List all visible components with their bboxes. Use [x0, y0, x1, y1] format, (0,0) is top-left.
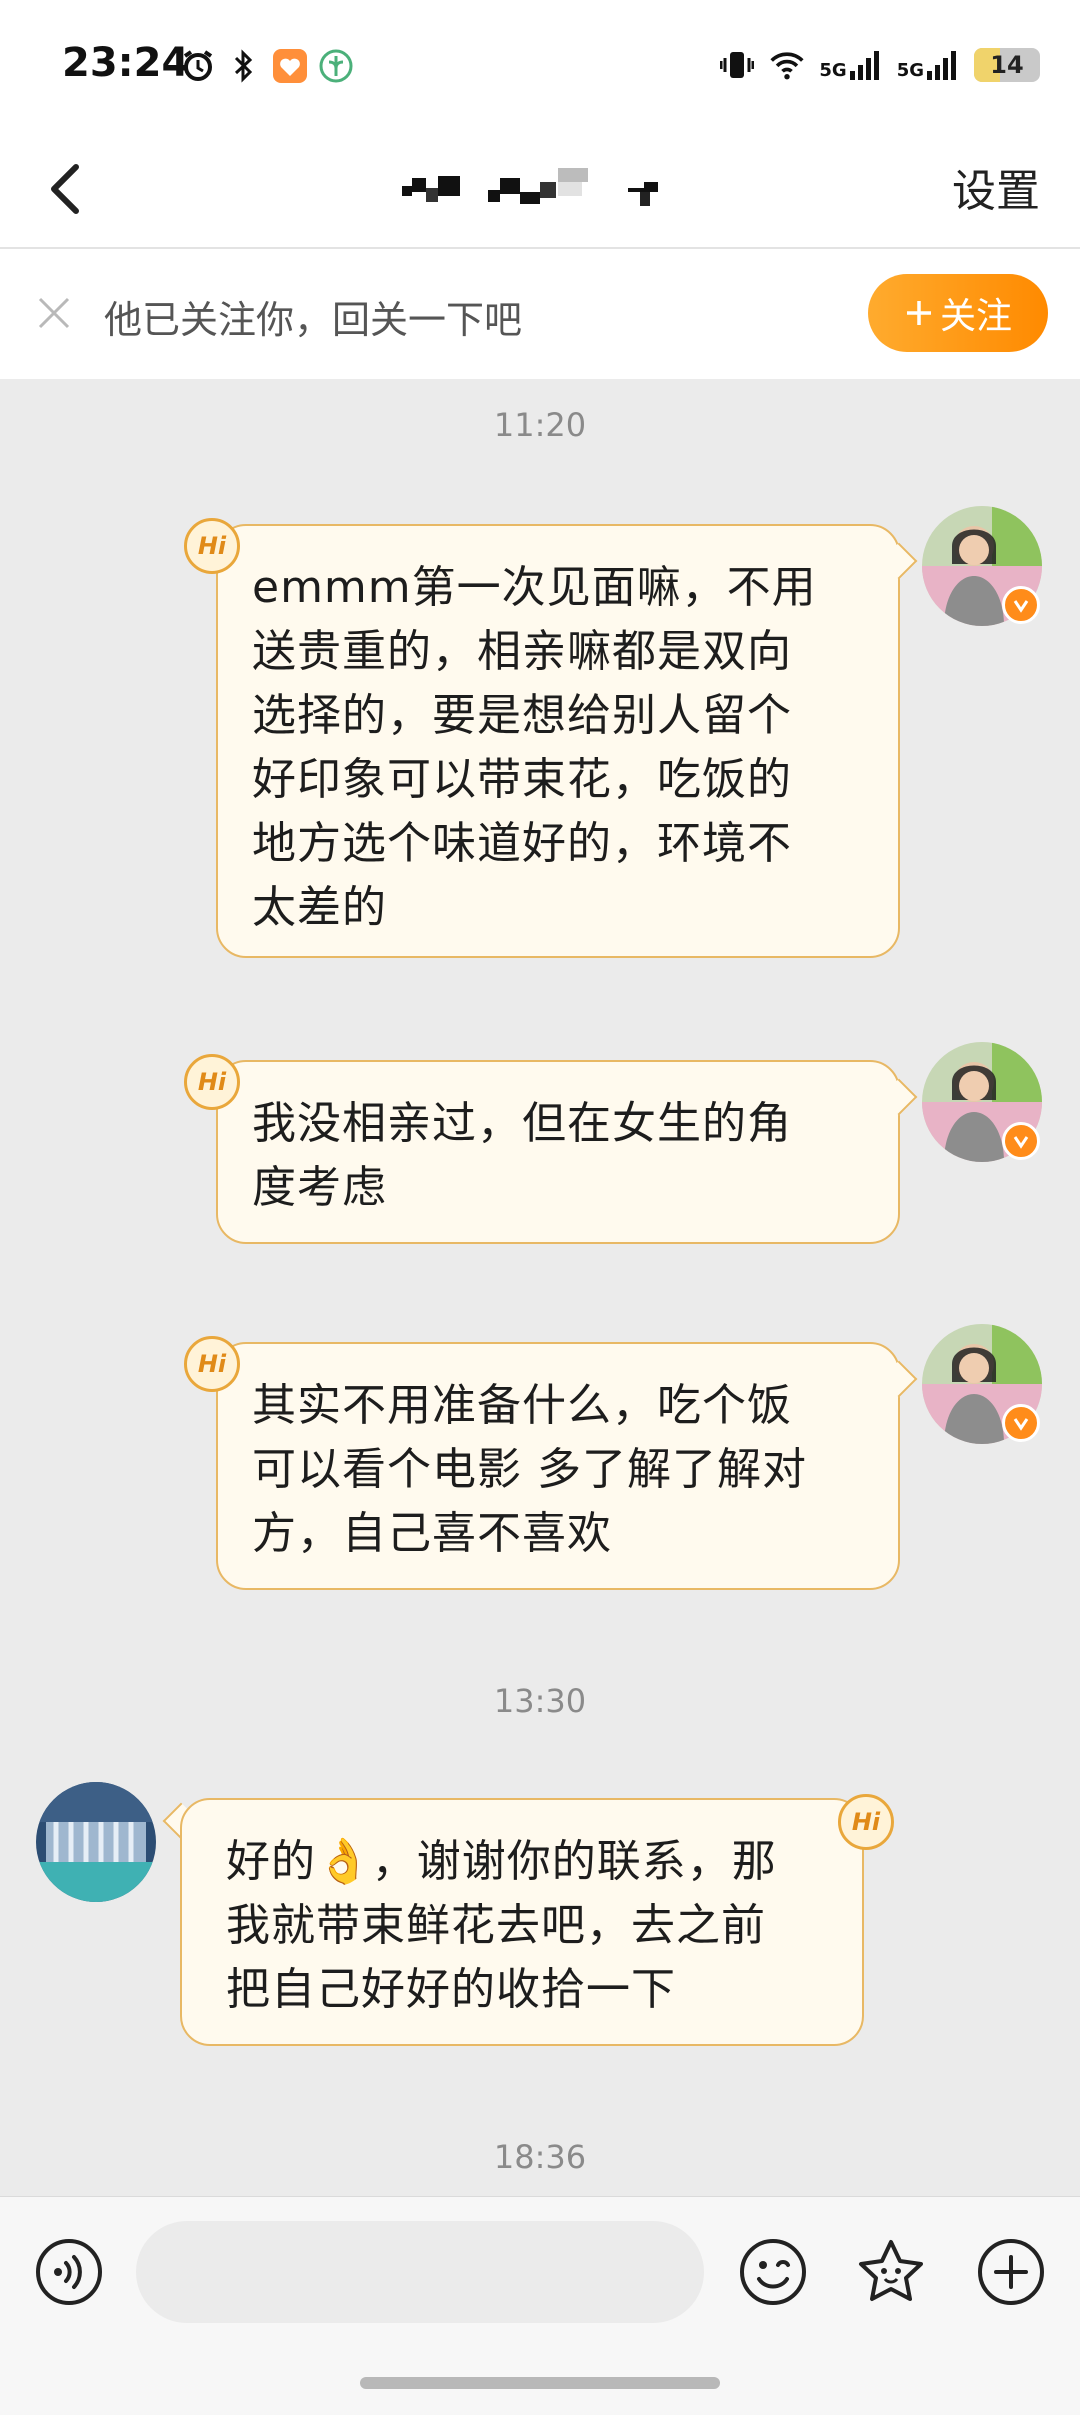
message-bubble[interactable]: 好的👌，谢谢你的联系，那 我就带束鲜花去吧，去之前 把自己好好的收拾一下 — [180, 1798, 864, 2046]
follow-back-text: 他已关注你，回关一下吧 — [104, 298, 523, 342]
chat-header: 设置 — [0, 135, 1080, 249]
message-line: 我就带束鲜花去吧，去之前 — [226, 1900, 766, 1951]
status-time: 23:24 — [62, 40, 190, 86]
message-bubble[interactable]: 其实不用准备什么，吃个饭 可以看个电影 多了解了解对 方，自己喜不喜欢 — [216, 1342, 900, 1590]
message-input[interactable] — [136, 2221, 704, 2323]
plus-icon[interactable] — [976, 2237, 1046, 2307]
message-line: 可以看个电影 多了解了解对 — [252, 1444, 807, 1495]
follow-back-banner: 他已关注你，回关一下吧 关注 — [0, 249, 1080, 379]
message-line: emmm第一次见面嘛，不用 — [252, 562, 817, 613]
hi-badge-icon: Hi — [838, 1794, 894, 1850]
health-app-icon — [272, 48, 308, 84]
hi-badge-icon: Hi — [184, 1054, 240, 1110]
vibrate-icon — [719, 47, 755, 83]
battery-icon: 14 — [974, 48, 1040, 82]
timestamp: 13:30 — [493, 1682, 587, 1720]
contact-name-redacted — [388, 164, 728, 214]
avatar[interactable] — [36, 1782, 156, 1902]
emoji-icon[interactable] — [738, 2237, 808, 2307]
message-bubble[interactable]: emmm第一次见面嘛，不用 送贵重的，相亲嘛都是双向 选择的，要是想给别人留个 … — [216, 524, 900, 958]
sticker-icon[interactable] — [856, 2237, 926, 2307]
message-line: 选择的，要是想给别人留个 — [252, 690, 792, 741]
timestamp: 18:36 — [493, 2138, 587, 2176]
close-icon[interactable] — [32, 291, 76, 335]
home-indicator[interactable] — [360, 2377, 720, 2389]
message-line: 好的👌，谢谢你的联系，那 — [226, 1836, 777, 1887]
voice-icon[interactable] — [34, 2237, 104, 2307]
follow-button-label: 关注 — [939, 296, 1012, 337]
message-line: 方，自己喜不喜欢 — [252, 1508, 612, 1559]
back-button[interactable] — [32, 153, 102, 223]
message-line: 送贵重的，相亲嘛都是双向 — [252, 626, 792, 677]
bluetooth-icon — [226, 48, 262, 84]
green-app-icon — [318, 48, 354, 84]
network-type-1: 5G — [819, 60, 847, 81]
hi-badge-icon: Hi — [184, 1336, 240, 1392]
message-line: 其实不用准备什么，吃个饭 — [252, 1380, 792, 1431]
message-line: 好印象可以带束花，吃饭的 — [252, 754, 792, 805]
verified-badge-icon — [1002, 1404, 1040, 1442]
plus-icon — [906, 301, 931, 325]
network-type-2: 5G — [896, 60, 924, 81]
hi-badge-icon: Hi — [184, 518, 240, 574]
signal-icon — [927, 51, 956, 80]
alarm-icon — [180, 48, 216, 84]
message-line: 把自己好好的收拾一下 — [226, 1964, 676, 2015]
status-bar: 23:24 5G 5G 14 — [0, 0, 1080, 135]
timestamp: 11:20 — [493, 406, 587, 444]
message-line: 我没相亲过，但在女生的角 — [252, 1098, 792, 1149]
wifi-icon — [769, 47, 805, 83]
verified-badge-icon — [1002, 586, 1040, 624]
message-line: 地方选个味道好的，环境不 — [252, 818, 792, 869]
message-line: 度考虑 — [252, 1162, 387, 1213]
follow-button[interactable]: 关注 — [868, 274, 1048, 352]
signal-icon — [849, 51, 879, 80]
message-line: 太差的 — [252, 882, 387, 933]
settings-link[interactable]: 设置 — [952, 155, 1040, 219]
verified-badge-icon — [1002, 1122, 1040, 1160]
input-bar — [0, 2196, 1080, 2415]
contact-title[interactable] — [370, 159, 720, 219]
message-bubble[interactable]: 我没相亲过，但在女生的角 度考虑 — [216, 1060, 900, 1244]
battery-level: 14 — [990, 51, 1024, 79]
